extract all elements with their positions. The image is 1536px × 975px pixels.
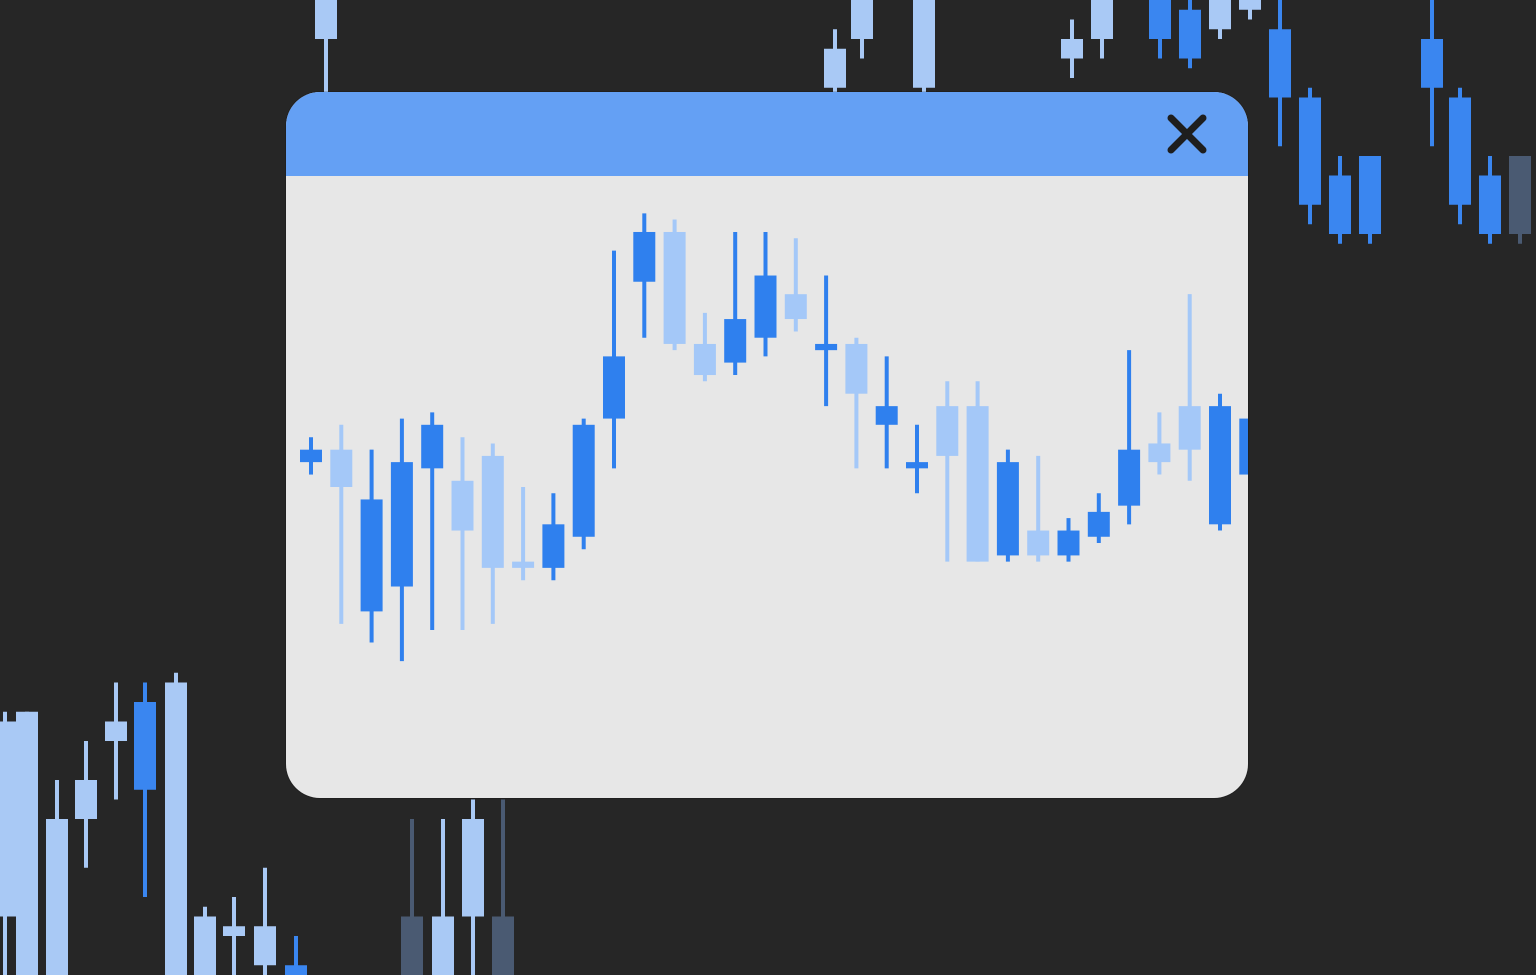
- dialog-candle-body: [421, 424, 444, 469]
- dialog-candle-body: [330, 449, 353, 487]
- background-candle-body: [913, 0, 935, 88]
- background-candle-body: [315, 0, 337, 39]
- dialog-candle-body: [754, 275, 777, 338]
- background-candle-body: [401, 916, 423, 975]
- dialog-candle-body: [1209, 406, 1231, 525]
- background-candle-body: [1091, 0, 1113, 39]
- chart-workspace: [0, 0, 1536, 975]
- background-candle-body: [1149, 0, 1171, 39]
- dialog-candle-body: [784, 294, 807, 320]
- dialog-candle-body: [512, 561, 535, 568]
- dialog-candle-body: [1178, 406, 1201, 450]
- background-candle-body: [0, 721, 16, 917]
- close-button[interactable]: [1154, 106, 1220, 162]
- background-candle-body: [1329, 175, 1351, 234]
- background-candle-body: [46, 819, 68, 975]
- dialog-candle-body: [1057, 530, 1080, 556]
- background-candle-body: [824, 48, 846, 88]
- dialog-candle-body: [360, 499, 383, 612]
- background-candle-body: [1479, 175, 1501, 234]
- background-candle-body: [105, 721, 127, 741]
- background-candle-body: [223, 926, 245, 936]
- dialog-candle-body: [1239, 418, 1248, 475]
- dialog-candle-body: [603, 356, 625, 419]
- dialog-candle-body: [663, 231, 686, 344]
- background-candle-body: [1179, 9, 1201, 59]
- background-candle-body: [165, 682, 187, 975]
- dialog-candle-body: [481, 455, 504, 568]
- background-candle-body: [1299, 97, 1321, 205]
- background-candle-body: [134, 702, 156, 790]
- dialog-candle-body: [875, 406, 898, 425]
- background-candle-body: [1061, 39, 1083, 59]
- close-icon: [1167, 114, 1207, 154]
- background-candle-body: [1509, 156, 1531, 234]
- background-candle-body: [1359, 156, 1381, 234]
- background-candle-body: [432, 916, 454, 975]
- dialog-candle-body: [300, 449, 322, 463]
- background-candle-body: [1239, 0, 1261, 10]
- background-candle-body: [1449, 97, 1471, 205]
- background-candle-body: [492, 916, 514, 975]
- background-candle-body: [462, 819, 484, 917]
- background-candle-body: [254, 926, 276, 966]
- dialog-candle-body: [1027, 530, 1050, 556]
- dialog-candle-body: [906, 462, 928, 469]
- dialog-candle-body: [390, 462, 413, 587]
- dialog-candle-body: [815, 343, 838, 351]
- dialog-candlestick-chart: [300, 213, 1248, 662]
- dialog-candle-body: [451, 480, 474, 531]
- background-candle-body: [75, 780, 97, 819]
- dialog-candle-body: [966, 406, 989, 562]
- dialog-candle-body: [572, 424, 595, 537]
- dialog-candle-body: [542, 524, 565, 568]
- background-candle-body: [194, 916, 216, 975]
- dialog-titlebar[interactable]: [286, 92, 1248, 176]
- background-candle-body: [285, 965, 307, 975]
- dialog-candle-body: [845, 343, 868, 394]
- chart-preview-dialog: [286, 92, 1248, 798]
- dialog-candle-body: [936, 406, 959, 456]
- dialog-candle-body: [1087, 511, 1110, 537]
- dialog-candle-body: [693, 343, 716, 376]
- dialog-candle-body: [633, 231, 656, 282]
- background-candle-body: [1421, 39, 1443, 88]
- background-candle-body: [1209, 0, 1231, 30]
- dialog-candle-body: [724, 319, 747, 363]
- dialog-candle-body: [1118, 449, 1141, 506]
- dialog-candle-body: [996, 462, 1019, 556]
- background-candle-body: [16, 711, 38, 975]
- background-candle-body: [851, 0, 873, 39]
- dialog-candle-body: [1148, 443, 1171, 463]
- background-candle-body: [1269, 29, 1291, 98]
